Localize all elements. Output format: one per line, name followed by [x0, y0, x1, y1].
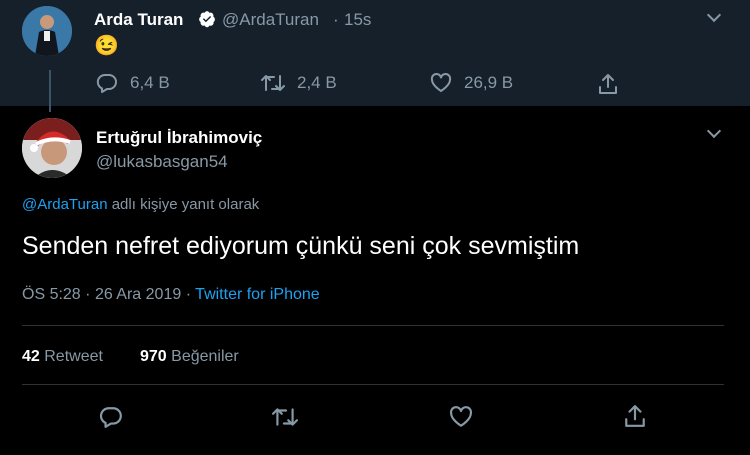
share-button[interactable]	[598, 73, 618, 95]
like-count: 26,9 B	[464, 73, 514, 92]
tweet-source-link[interactable]: Twitter for iPhone	[195, 286, 320, 303]
reply-button[interactable]: 6,4 B	[96, 73, 170, 93]
author-name[interactable]: Ertuğrul İbrahimoviç	[96, 128, 262, 148]
tweet-date[interactable]: 26 Ara 2019	[95, 286, 181, 303]
retweet-icon	[261, 75, 285, 91]
retweet-count: 2,4 B	[297, 73, 337, 92]
heart-icon	[430, 73, 452, 92]
share-button[interactable]	[624, 404, 646, 428]
share-icon	[599, 74, 617, 94]
tweet-time[interactable]: ÖS 5:28	[22, 286, 81, 303]
verified-badge-icon	[198, 10, 216, 28]
divider	[22, 384, 724, 385]
reply-button[interactable]	[99, 406, 123, 428]
like-button[interactable]	[449, 406, 473, 428]
parent-tweet[interactable]: Arda Turan @ArdaTuran · 15s 😉 6,4 B 2,4 …	[0, 0, 750, 106]
heart-icon	[449, 406, 473, 427]
reply-to-handle-link[interactable]: @ArdaTuran	[22, 196, 108, 213]
likes-stat[interactable]: 970 Beğeniler	[140, 348, 239, 366]
retweet-icon	[272, 408, 298, 426]
like-button[interactable]: 26,9 B	[430, 73, 513, 93]
retweets-stat[interactable]: 42 Retweet	[22, 348, 103, 366]
reply-context: @ArdaTuran adlı kişiye yanıt olarak	[22, 196, 259, 213]
dot-separator: ·	[185, 286, 196, 303]
reply-to-label: adlı kişiye yanıt olarak	[111, 196, 260, 213]
retweets-count: 42	[22, 348, 40, 365]
tweet-emoji: 😉	[94, 35, 119, 57]
dot-separator: ·	[333, 10, 339, 29]
share-icon	[625, 405, 645, 427]
reply-icon	[96, 73, 117, 93]
author-handle[interactable]: @lukasbasgan54	[96, 152, 228, 172]
retweet-button[interactable]: 2,4 B	[261, 73, 337, 93]
thread-connector	[49, 70, 51, 112]
chevron-down-icon[interactable]	[706, 7, 722, 23]
retweets-label: Retweet	[44, 348, 103, 365]
tweet-text: Senden nefret ediyorum çünkü seni çok se…	[22, 232, 580, 260]
avatar[interactable]	[22, 118, 82, 178]
avatar[interactable]	[22, 6, 72, 56]
likes-label: Beğeniler	[171, 348, 239, 365]
reply-icon	[99, 407, 122, 428]
chevron-down-icon[interactable]	[706, 123, 722, 139]
tweet-time[interactable]: 15s	[344, 10, 371, 30]
tweet-meta: ÖS 5:28 · 26 Ara 2019 · Twitter for iPho…	[22, 286, 320, 304]
dot-separator: ·	[85, 286, 95, 303]
retweet-button[interactable]	[272, 406, 298, 428]
author-handle[interactable]: @ArdaTuran	[222, 10, 319, 30]
likes-count: 970	[140, 348, 167, 365]
divider	[22, 325, 724, 326]
author-name[interactable]: Arda Turan	[94, 10, 183, 30]
reply-count: 6,4 B	[130, 73, 170, 92]
